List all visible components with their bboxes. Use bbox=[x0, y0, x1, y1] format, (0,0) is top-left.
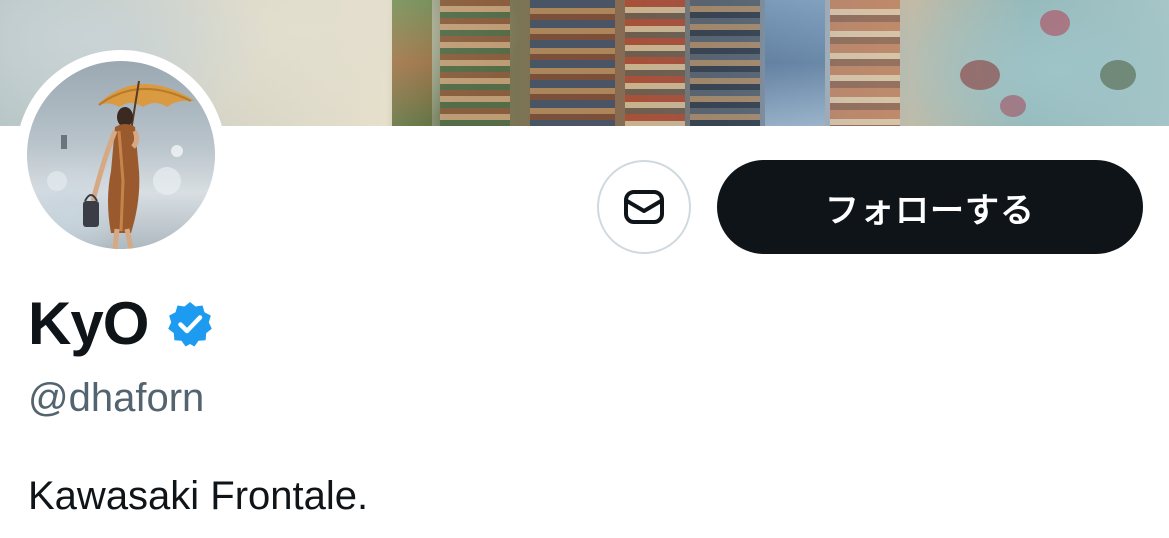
banner-detail bbox=[625, 0, 685, 126]
follow-button-label: フォローする bbox=[825, 190, 1035, 231]
message-button[interactable] bbox=[597, 160, 691, 254]
follow-button[interactable]: フォローする bbox=[717, 160, 1143, 254]
banner-detail bbox=[765, 0, 825, 126]
banner-detail bbox=[1000, 95, 1026, 117]
display-name: KyO bbox=[28, 290, 149, 357]
banner-detail bbox=[960, 60, 1000, 90]
banner-detail bbox=[440, 0, 510, 126]
envelope-icon bbox=[624, 190, 664, 224]
banner-detail bbox=[830, 0, 900, 126]
profile-page: フォローする KyO @dhaforn Kawasaki Frontale. bbox=[0, 0, 1169, 538]
verified-badge-icon[interactable] bbox=[166, 300, 214, 348]
name-row: KyO bbox=[28, 288, 214, 360]
avatar[interactable] bbox=[27, 61, 215, 249]
banner-detail bbox=[1100, 60, 1136, 90]
avatar-painting bbox=[47, 80, 195, 249]
banner-detail bbox=[690, 0, 760, 126]
user-handle: @dhaforn bbox=[28, 376, 205, 420]
banner-detail bbox=[392, 0, 432, 126]
banner-detail bbox=[1040, 10, 1070, 36]
profile-bio: Kawasaki Frontale. bbox=[28, 474, 369, 518]
banner-detail bbox=[530, 0, 615, 126]
